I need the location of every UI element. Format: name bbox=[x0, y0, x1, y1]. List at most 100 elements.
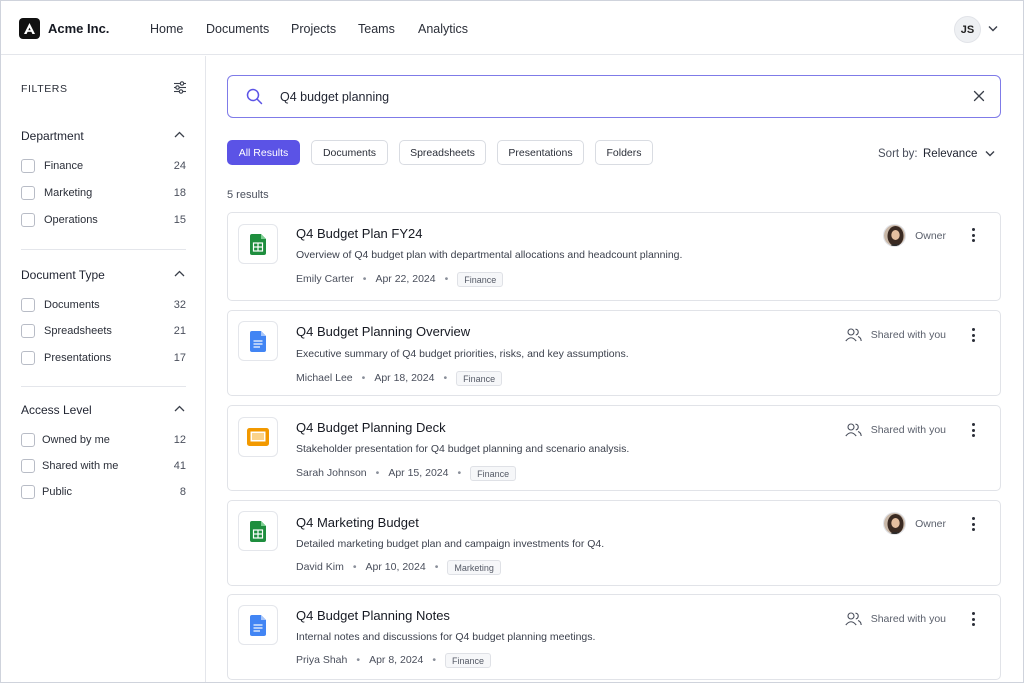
result-title[interactable]: Q4 Budget Plan FY24 bbox=[296, 226, 422, 241]
checkbox[interactable] bbox=[21, 485, 35, 499]
result-tag[interactable]: Finance bbox=[456, 370, 503, 386]
filter-count: 15 bbox=[173, 214, 186, 226]
nav-teams[interactable]: Teams bbox=[358, 22, 395, 36]
result-meta: Sarah Johnson • Apr 15, 2024 • Finance bbox=[296, 465, 517, 481]
nav-home[interactable]: Home bbox=[150, 22, 183, 36]
owner-avatar bbox=[883, 224, 907, 247]
checkbox[interactable] bbox=[21, 324, 35, 338]
access-level-section-title[interactable]: Access Level bbox=[21, 403, 92, 417]
filter-spreadsheets[interactable]: Spreadsheets 21 bbox=[21, 323, 186, 339]
close-icon[interactable] bbox=[973, 90, 985, 102]
result-title[interactable]: Q4 Budget Planning Deck bbox=[296, 420, 446, 435]
result-title[interactable]: Q4 Budget Planning Notes bbox=[296, 608, 450, 623]
chevron-up-icon[interactable] bbox=[174, 131, 185, 138]
filter-count: 8 bbox=[179, 486, 186, 498]
nav-documents[interactable]: Documents bbox=[206, 22, 269, 36]
result-author: Emily Carter bbox=[296, 273, 354, 285]
result-card[interactable]: Q4 Budget Planning Notes Internal notes … bbox=[227, 594, 1001, 680]
result-card[interactable]: Q4 Marketing Budget Detailed marketing b… bbox=[227, 500, 1001, 586]
more-options-icon[interactable] bbox=[966, 421, 980, 439]
result-card[interactable]: Q4 Budget Plan FY24 Overview of Q4 budge… bbox=[227, 212, 1001, 301]
filter-presentations[interactable]: Presentations 17 bbox=[21, 350, 186, 366]
filter-public[interactable]: Public 8 bbox=[21, 484, 186, 500]
result-tag[interactable]: Finance bbox=[457, 271, 504, 287]
acme-logo-icon[interactable] bbox=[19, 18, 40, 39]
access-owner: Owner bbox=[883, 512, 946, 535]
filter-documents[interactable]: Documents 32 bbox=[21, 297, 186, 313]
filter-count: 41 bbox=[173, 460, 186, 472]
filter-count: 32 bbox=[173, 299, 186, 311]
slides-icon bbox=[238, 417, 278, 457]
result-meta: David Kim • Apr 10, 2024 • Marketing bbox=[296, 559, 501, 575]
result-title[interactable]: Q4 Budget Planning Overview bbox=[296, 324, 470, 339]
result-author: David Kim bbox=[296, 561, 344, 573]
chevron-up-icon[interactable] bbox=[174, 405, 185, 412]
tab-all-results[interactable]: All Results bbox=[227, 140, 300, 165]
filter-owned-by-me[interactable]: Owned by me 12 bbox=[21, 432, 186, 448]
nav-analytics[interactable]: Analytics bbox=[418, 22, 468, 36]
tab-folders[interactable]: Folders bbox=[595, 140, 653, 165]
result-tag[interactable]: Marketing bbox=[447, 559, 501, 575]
result-meta: Michael Lee • Apr 18, 2024 • Finance bbox=[296, 370, 503, 386]
owner-avatar bbox=[883, 512, 907, 535]
checkbox[interactable] bbox=[21, 298, 35, 312]
filter-finance[interactable]: Finance 24 bbox=[21, 158, 186, 174]
sheets-icon bbox=[238, 511, 278, 551]
access-label: Shared with you bbox=[870, 329, 946, 341]
search-bar[interactable] bbox=[227, 75, 1001, 118]
tab-presentations[interactable]: Presentations bbox=[497, 140, 584, 165]
result-card[interactable]: Q4 Budget Planning Overview Executive su… bbox=[227, 310, 1001, 396]
filter-label: Documents bbox=[44, 299, 100, 311]
filter-count: 24 bbox=[173, 160, 186, 172]
access-label: Shared with you bbox=[870, 424, 946, 436]
result-tag[interactable]: Finance bbox=[445, 652, 492, 668]
result-description: Detailed marketing budget plan and campa… bbox=[296, 538, 605, 550]
result-date: Apr 15, 2024 bbox=[388, 467, 449, 479]
sheets-icon bbox=[238, 224, 278, 264]
filter-label: Marketing bbox=[44, 187, 93, 199]
filters-title: FILTERS bbox=[21, 83, 68, 95]
search-input[interactable] bbox=[280, 87, 930, 107]
checkbox[interactable] bbox=[21, 433, 35, 447]
sort-dropdown[interactable]: Relevance bbox=[923, 148, 977, 160]
checkbox[interactable] bbox=[21, 213, 35, 227]
result-card[interactable]: Q4 Budget Planning Deck Stakeholder pres… bbox=[227, 405, 1001, 491]
sliders-icon[interactable] bbox=[173, 81, 187, 94]
docs-icon bbox=[238, 605, 278, 645]
filter-label: Operations bbox=[44, 214, 98, 226]
more-options-icon[interactable] bbox=[966, 515, 980, 533]
access-shared: Shared with you bbox=[845, 328, 946, 342]
department-section-title[interactable]: Department bbox=[21, 129, 84, 143]
access-shared: Shared with you bbox=[845, 612, 946, 626]
docs-icon bbox=[238, 321, 278, 361]
top-navigation-bar: Acme Inc. Home Documents Projects Teams … bbox=[1, 1, 1023, 55]
filter-operations[interactable]: Operations 15 bbox=[21, 212, 186, 228]
more-options-icon[interactable] bbox=[966, 226, 980, 244]
users-icon bbox=[845, 423, 862, 437]
result-title[interactable]: Q4 Marketing Budget bbox=[296, 515, 419, 530]
chevron-up-icon[interactable] bbox=[174, 270, 185, 277]
sort-label: Sort by: bbox=[878, 148, 918, 160]
chevron-down-icon[interactable] bbox=[988, 25, 998, 32]
document-type-section-title[interactable]: Document Type bbox=[21, 268, 105, 282]
checkbox[interactable] bbox=[21, 459, 35, 473]
filter-marketing[interactable]: Marketing 18 bbox=[21, 185, 186, 201]
nav-projects[interactable]: Projects bbox=[291, 22, 336, 36]
access-label: Owner bbox=[915, 229, 946, 242]
result-author: Michael Lee bbox=[296, 372, 353, 384]
tab-documents[interactable]: Documents bbox=[311, 140, 388, 165]
more-options-icon[interactable] bbox=[966, 610, 980, 628]
checkbox[interactable] bbox=[21, 351, 35, 365]
user-avatar[interactable]: JS bbox=[954, 16, 981, 43]
chevron-down-icon[interactable] bbox=[985, 150, 995, 157]
filter-shared-with-me[interactable]: Shared with me 41 bbox=[21, 458, 186, 474]
brand-name[interactable]: Acme Inc. bbox=[48, 21, 109, 36]
filter-count: 12 bbox=[173, 434, 186, 446]
checkbox[interactable] bbox=[21, 186, 35, 200]
more-options-icon[interactable] bbox=[966, 326, 980, 344]
tab-spreadsheets[interactable]: Spreadsheets bbox=[399, 140, 486, 165]
result-tag[interactable]: Finance bbox=[470, 465, 517, 481]
divider bbox=[21, 386, 186, 387]
search-icon bbox=[246, 88, 263, 105]
checkbox[interactable] bbox=[21, 159, 35, 173]
